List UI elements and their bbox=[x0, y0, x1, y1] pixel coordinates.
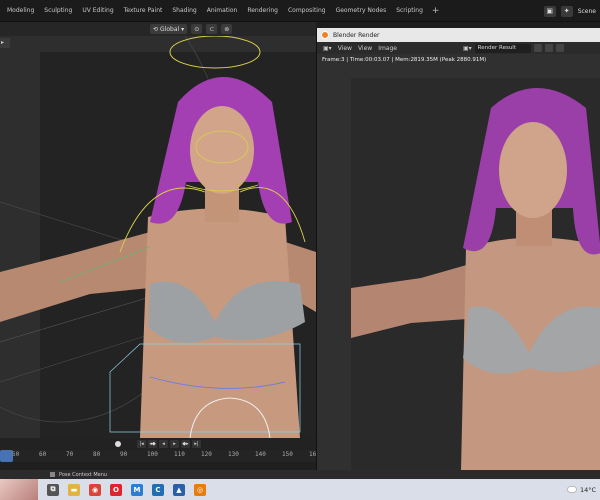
view-menu-toggle[interactable]: ▸ bbox=[0, 38, 10, 48]
task-view-icon[interactable]: ⧉ bbox=[47, 483, 59, 496]
rendered-figure bbox=[351, 88, 600, 470]
render-result-field[interactable]: Render Result bbox=[474, 43, 531, 53]
system-tray: 14°C bbox=[566, 479, 596, 500]
transform-orientation-dropdown[interactable]: ⟲ Global ▾ bbox=[150, 24, 188, 34]
play-icon[interactable]: ▸ bbox=[170, 440, 179, 448]
head-control bbox=[169, 35, 261, 69]
mouse-icon bbox=[50, 472, 55, 477]
workspace-tab-sculpting[interactable]: Sculpting bbox=[39, 3, 77, 19]
next-keyframe-icon[interactable]: ◆▸ bbox=[181, 440, 190, 448]
timeline-tick-label: 50 bbox=[12, 451, 20, 458]
snap-icon: ⊂ bbox=[209, 25, 215, 33]
render-menubar: ▣▾ View View Image ▣▾ Render Result bbox=[317, 42, 600, 54]
scene-label[interactable]: Scene bbox=[578, 8, 596, 15]
add-workspace-button[interactable]: + bbox=[428, 6, 444, 16]
timeline-area[interactable] bbox=[0, 462, 316, 470]
weather-icon[interactable] bbox=[566, 486, 577, 493]
render-face bbox=[499, 122, 567, 218]
timeline-tick-label: 110 bbox=[174, 451, 185, 458]
render-slot-group: ▣▾ Render Result bbox=[463, 43, 564, 53]
timeline-tick-label: 90 bbox=[120, 451, 128, 458]
3d-viewport[interactable]: ⟲ Global ▾ ⊙ ⊂ ⊚ ▸ bbox=[0, 22, 316, 442]
jump-end-icon[interactable]: ▸| bbox=[192, 440, 201, 448]
timeline-tick-label: 120 bbox=[201, 451, 212, 458]
blender-icon[interactable]: ◎ bbox=[194, 483, 206, 496]
timeline-tick-label: 150 bbox=[282, 451, 293, 458]
fake-user-icon[interactable] bbox=[533, 44, 542, 52]
workspace-tab-modeling[interactable]: Modeling bbox=[2, 3, 39, 19]
face bbox=[190, 106, 254, 194]
left-arm bbox=[0, 232, 160, 322]
timeline-tick-label: 140 bbox=[255, 451, 266, 458]
viewport-header: ⟲ Global ▾ ⊙ ⊂ ⊚ bbox=[0, 22, 316, 36]
top-right-controls: ▣ ✦ Scene bbox=[543, 0, 600, 22]
pin-icon[interactable]: ✦ bbox=[560, 5, 573, 17]
menu-view-2[interactable]: View bbox=[358, 45, 372, 52]
snap-toggle[interactable]: ⊂ bbox=[206, 24, 218, 34]
photos-icon[interactable]: ▲ bbox=[173, 483, 185, 496]
orientation-icon: ⟲ bbox=[153, 25, 159, 33]
workspace-tab-texture-paint[interactable]: Texture Paint bbox=[119, 3, 168, 19]
taskbar-thumbnail[interactable] bbox=[0, 479, 38, 500]
pivot-dropdown[interactable]: ⊙ bbox=[191, 24, 203, 34]
proportional-edit-toggle[interactable]: ⊚ bbox=[221, 24, 233, 34]
timeline-tick-label: 100 bbox=[147, 451, 158, 458]
workspace-tab-animation[interactable]: Animation bbox=[202, 3, 243, 19]
ccleaner-icon[interactable]: C bbox=[152, 483, 164, 496]
play-reverse-icon[interactable]: ◂ bbox=[159, 440, 168, 448]
opera-icon[interactable]: O bbox=[110, 483, 122, 496]
render-window-title: Blender Render bbox=[333, 31, 380, 39]
status-text: Pose Context Menu bbox=[59, 471, 108, 478]
timeline-tick-label: 80 bbox=[93, 451, 101, 458]
record-icon[interactable] bbox=[115, 441, 121, 447]
workspace-tabs: Modeling Sculpting UV Editing Texture Paint… bbox=[0, 0, 443, 22]
timeline-ruler[interactable]: 50 60 70 80 90 100 110 120 130 140 150 160 bbox=[0, 450, 320, 462]
windows-taskbar: ⧉ ▬ ◉ O M C ▲ ◎ 14°C bbox=[0, 479, 600, 500]
workspace-tab-scripting[interactable]: Scripting bbox=[391, 3, 428, 19]
timeline-tick-label: 130 bbox=[228, 451, 239, 458]
workspace-tab-geometry-nodes[interactable]: Geometry Nodes bbox=[331, 3, 392, 19]
workspace-tab-compositing[interactable]: Compositing bbox=[283, 3, 331, 19]
viewport-scene[interactable] bbox=[0, 22, 316, 438]
chrome-icon[interactable]: ◉ bbox=[89, 483, 101, 496]
proportional-icon: ⊚ bbox=[224, 25, 230, 33]
workspace-tab-uv-editing[interactable]: UV Editing bbox=[77, 3, 118, 19]
workspace-bar: Modeling Sculpting UV Editing Texture Paint… bbox=[0, 0, 600, 22]
pivot-icon: ⊙ bbox=[194, 25, 200, 33]
menu-image[interactable]: Image bbox=[378, 45, 397, 52]
editor-type-icon[interactable]: ▣▾ bbox=[323, 45, 332, 52]
malwarebytes-icon[interactable]: M bbox=[131, 483, 143, 496]
status-bar: Pose Context Menu bbox=[0, 470, 600, 479]
orientation-label: Global bbox=[160, 25, 180, 33]
render-stats: Frame:3 | Time:00:03.07 | Mem:2819.35M (… bbox=[322, 57, 487, 63]
workspace-tab-rendering[interactable]: Rendering bbox=[242, 3, 283, 19]
image-browse-icon[interactable]: ▣▾ bbox=[463, 45, 472, 52]
scene-icon[interactable]: ▣ bbox=[543, 5, 556, 17]
playback-controls: |◂ ◂◆ ◂ ▸ ◆▸ ▸| bbox=[0, 438, 316, 450]
new-image-icon[interactable] bbox=[544, 44, 553, 52]
taskbar-icons: ⧉ ▬ ◉ O M C ▲ ◎ bbox=[38, 483, 206, 496]
file-explorer-icon[interactable]: ▬ bbox=[68, 483, 80, 496]
timeline-tick-label: 60 bbox=[39, 451, 47, 458]
render-canvas[interactable] bbox=[351, 78, 600, 470]
prev-keyframe-icon[interactable]: ◂◆ bbox=[148, 440, 157, 448]
blender-logo-icon bbox=[321, 31, 329, 39]
workspace-tab-shading[interactable]: Shading bbox=[167, 3, 201, 19]
menu-view-1[interactable]: View bbox=[338, 45, 352, 52]
render-window-titlebar[interactable]: Blender Render bbox=[317, 28, 600, 42]
jump-start-icon[interactable]: |◂ bbox=[137, 440, 146, 448]
open-image-icon[interactable] bbox=[555, 44, 564, 52]
timeline-tick-label: 70 bbox=[66, 451, 74, 458]
temperature[interactable]: 14°C bbox=[580, 486, 596, 494]
render-window: Blender Render ▣▾ View View Image ▣▾ Ren… bbox=[316, 28, 600, 470]
chevron-down-icon: ▾ bbox=[181, 25, 185, 33]
